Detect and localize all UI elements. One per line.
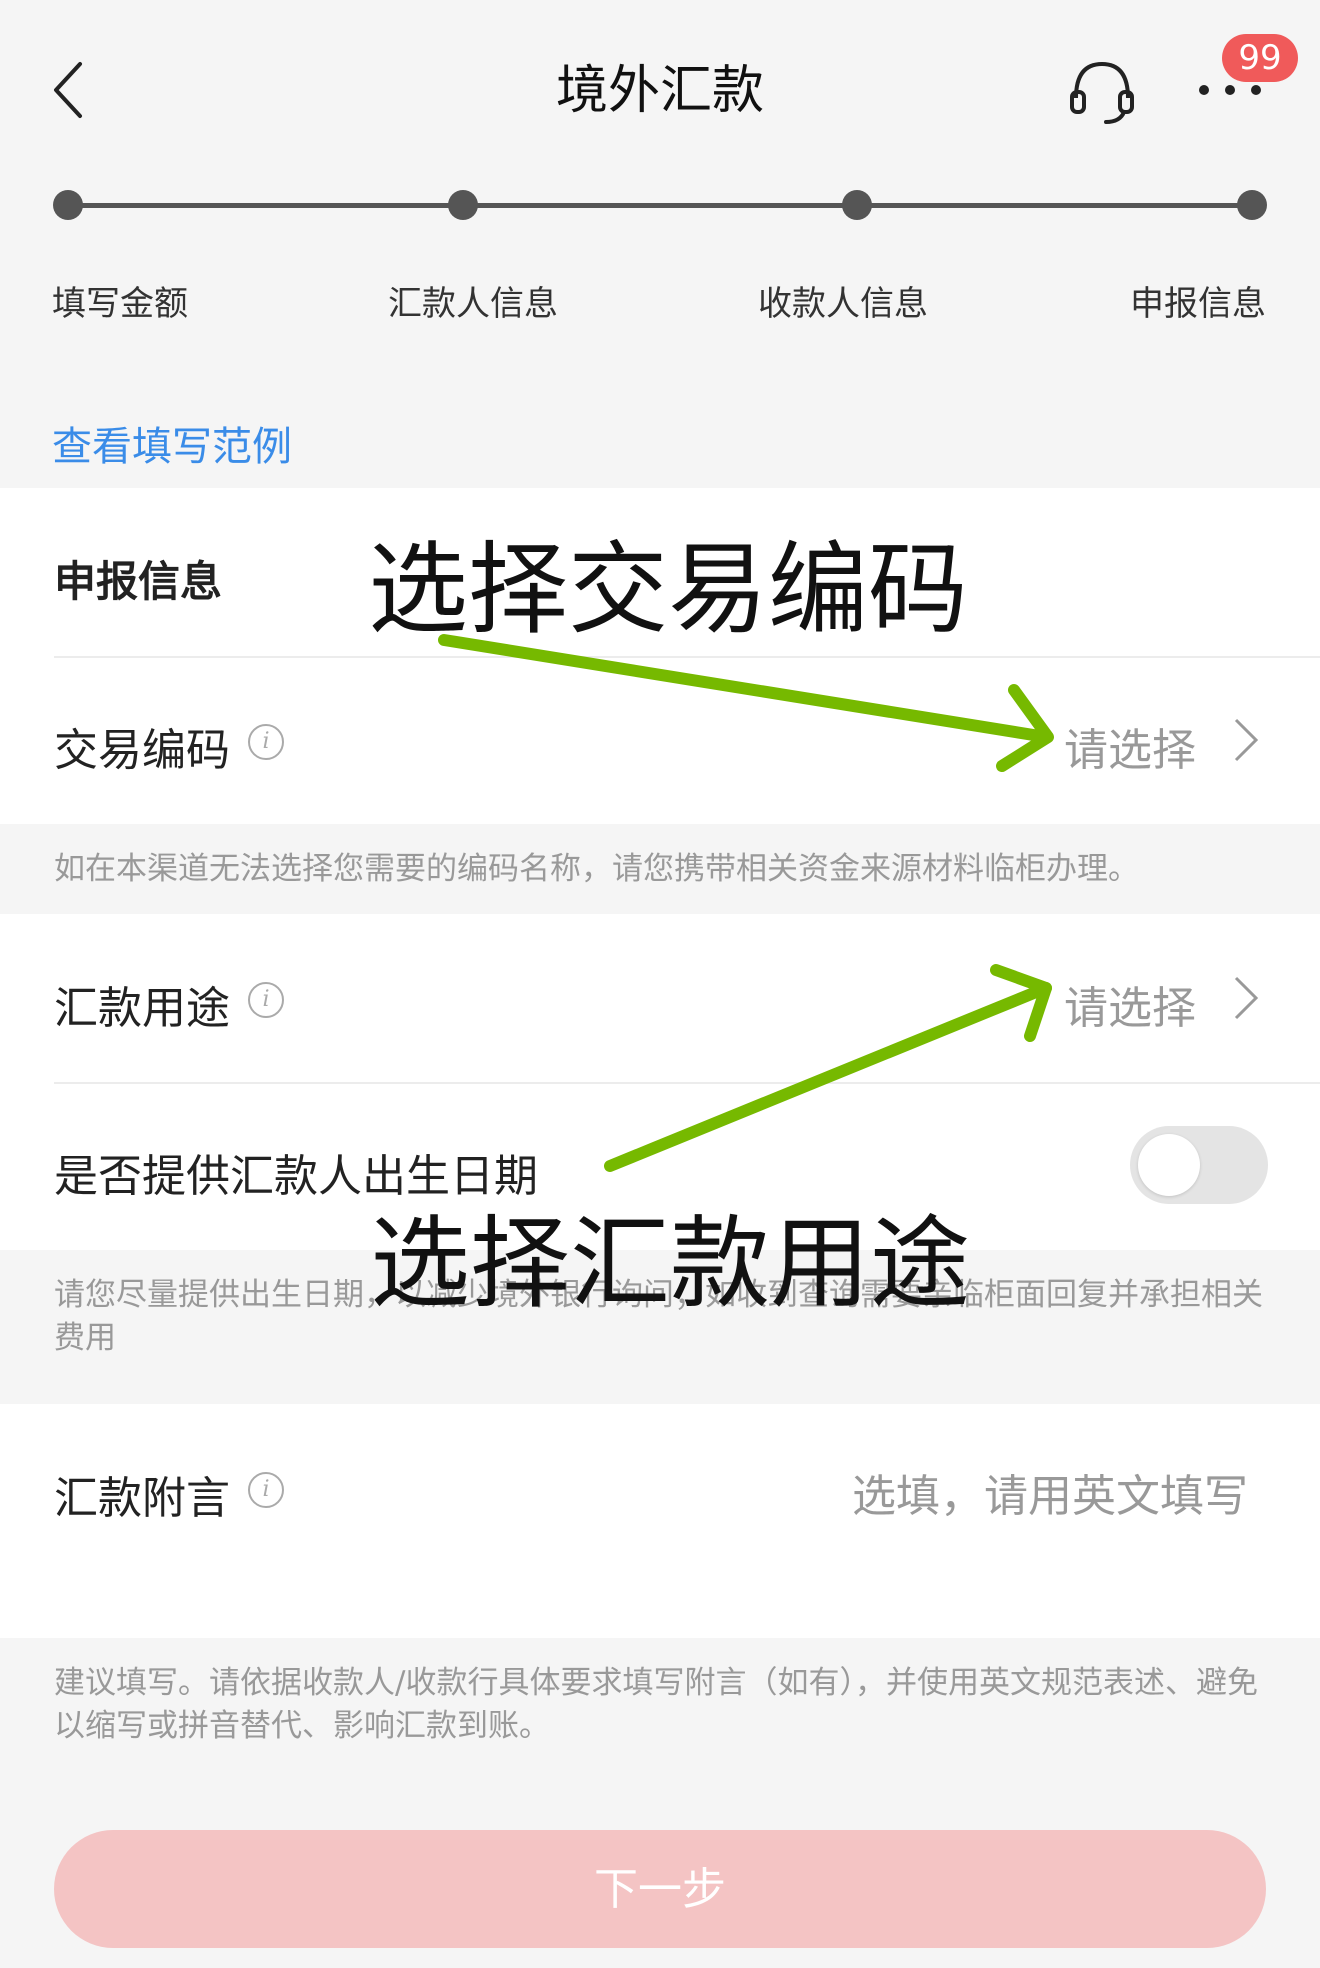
annotation-select-purpose: 选择汇款用途 [370,1205,970,1322]
toggle-knob [1138,1134,1200,1196]
section-title: 申报信息 [54,557,223,606]
transaction-code-label: 交易编码 [54,725,230,776]
purpose-label: 汇款用途 [54,983,230,1034]
purpose-value: 请选择 [1064,983,1196,1034]
step-dot-4 [1237,190,1267,220]
remark-input[interactable]: 选填，请用英文填写 [852,1460,1248,1524]
remark-label: 汇款附言 [54,1473,230,1524]
stepper-line [68,203,1252,208]
step-dot-3 [842,190,872,220]
step-dot-1 [53,190,83,220]
notification-badge: 99 [1222,34,1298,82]
customer-service-button[interactable] [1064,56,1140,128]
info-icon[interactable]: i [248,724,284,760]
step-label-declaration: 申报信息 [1130,284,1266,324]
divider [54,1082,1320,1084]
step-label-remitter: 汇款人信息 [388,284,558,324]
next-step-button[interactable]: 下一步 [54,1830,1266,1948]
headset-icon [1070,61,1134,124]
transaction-code-value: 请选择 [1064,725,1196,776]
step-dot-2 [448,190,478,220]
remark-hint: 建议填写。请依据收款人/收款行具体要求填写附言（如有），并使用英文规范表述、避免… [54,1665,1258,1744]
view-example-link[interactable]: 查看填写范例 [52,414,292,472]
chevron-right-icon [1226,970,1266,1026]
step-label-payee: 收款人信息 [758,284,928,324]
step-label-amount: 填写金额 [52,284,188,324]
annotation-select-code: 选择交易编码 [368,531,968,648]
info-icon[interactable]: i [248,982,284,1018]
chevron-right-icon [1226,712,1266,768]
info-icon[interactable]: i [248,1472,284,1508]
transaction-code-hint: 如在本渠道无法选择您需要的编码名称，请您携带相关资金来源材料临柜办理。 [54,851,1139,887]
